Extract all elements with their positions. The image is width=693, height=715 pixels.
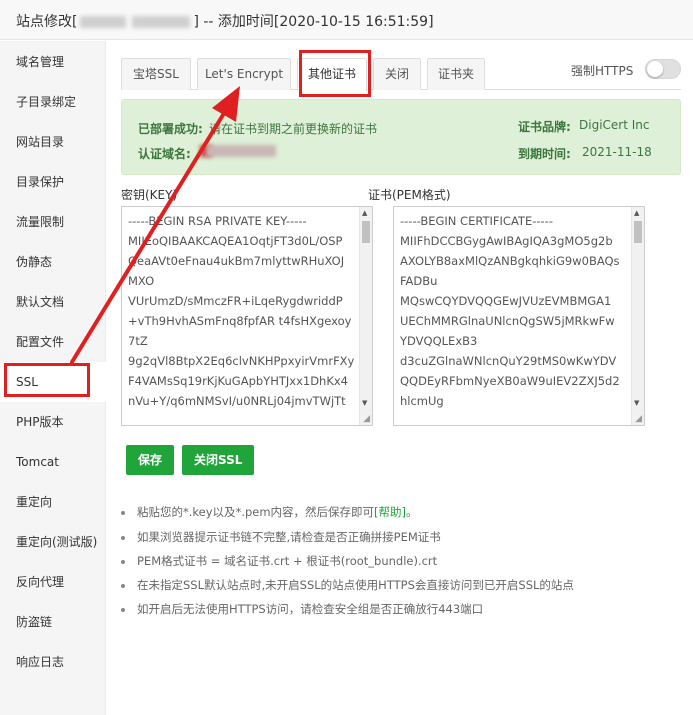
close-ssl-button[interactable]: 关闭SSL (182, 445, 255, 475)
sidebar-item-traffic[interactable]: 流量限制 (0, 202, 106, 242)
tip-item: 如果浏览器提示证书链不完整,请检查是否正确拼接PEM证书 (121, 529, 441, 545)
sidebar-item-proxy[interactable]: 反向代理 (0, 562, 106, 602)
cert-textarea[interactable]: -----BEGIN CERTIFICATE----- MIIFhDCCBGyg… (393, 206, 645, 426)
sidebar-item-php[interactable]: PHP版本 (0, 402, 106, 442)
bullet-icon (121, 510, 125, 515)
annotation-box-ssl (4, 363, 90, 397)
key-label: 密钥(KEY) (121, 188, 178, 202)
tip-tail: 。 (406, 505, 418, 519)
title-suffix: ] -- 添加时间[2020-10-15 16:51:59] (193, 14, 434, 30)
deployed-label: 已部署成功: (138, 122, 203, 136)
key-textarea[interactable]: -----BEGIN RSA PRIVATE KEY----- MIIEoQIB… (121, 206, 373, 426)
tab-bt-ssl[interactable]: 宝塔SSL (121, 58, 191, 90)
redacted-site-name (80, 16, 127, 28)
sidebar-item-subdir[interactable]: 子目录绑定 (0, 82, 106, 122)
bullet-icon (121, 559, 125, 564)
brand-label: 证书品牌: (518, 120, 571, 134)
resize-handle-icon[interactable]: ◢ (635, 414, 642, 424)
sidebar-item-redirect[interactable]: 重定向 (0, 482, 106, 522)
bullet-icon (121, 583, 125, 588)
scroll-thumb[interactable] (362, 221, 370, 243)
tip-text: 在未指定SSL默认站点时,未开启SSL的站点使用HTTPS会直接访问到已开启SS… (137, 578, 574, 592)
sidebar-item-hotlink[interactable]: 防盗链 (0, 602, 106, 642)
redacted-site-name-2 (132, 16, 191, 28)
sidebar-item-redirect-beta[interactable]: 重定向(测试版) (0, 522, 106, 562)
cert-info-box: 已部署成功: 请在证书到期之前更换新的证书 认证域名: 证书品牌: DigiCe… (121, 99, 681, 175)
bullet-icon (121, 607, 125, 612)
tip-item: 在未指定SSL默认站点时,未开启SSL的站点使用HTTPS会直接访问到已开启SS… (121, 577, 574, 593)
sidebar-item-default-doc[interactable]: 默认文档 (0, 282, 106, 322)
save-button[interactable]: 保存 (126, 445, 175, 475)
expire-label: 到期时间: (518, 147, 571, 161)
tip-item: PEM格式证书 = 域名证书.crt + 根证书(root_bundle).cr… (121, 553, 437, 569)
domain-label: 认证域名: (138, 147, 191, 161)
sidebar-item-tomcat[interactable]: Tomcat (0, 442, 106, 482)
scroll-thumb[interactable] (634, 221, 642, 243)
sidebar-item-dir-protect[interactable]: 目录保护 (0, 162, 106, 202)
tip-item: 粘贴您的*.key以及*.pem内容，然后保存即可[帮助]。 (121, 504, 418, 520)
key-scrollbar[interactable]: ▲ ▼ (359, 207, 372, 425)
tab-close[interactable]: 关闭 (373, 58, 421, 90)
bullet-icon (121, 535, 125, 540)
scroll-up-icon[interactable]: ▲ (362, 209, 367, 217)
scroll-down-icon[interactable]: ▼ (362, 399, 367, 407)
force-https-toggle[interactable] (645, 59, 681, 79)
deployed-text: 请在证书到期之前更换新的证书 (209, 122, 378, 136)
sidebar-item-rewrite[interactable]: 伪静态 (0, 242, 106, 282)
toggle-knob (647, 61, 663, 77)
sidebar-item-site-dir[interactable]: 网站目录 (0, 122, 106, 162)
help-link[interactable]: [帮助] (374, 505, 406, 519)
sidebar-item-domain[interactable]: 域名管理 (0, 42, 106, 82)
tab-letsencrypt[interactable]: Let's Encrypt (197, 58, 291, 90)
cert-scrollbar[interactable]: ▲ ▼ (631, 207, 644, 425)
annotation-box-tab (299, 50, 371, 97)
window-title: 站点修改[ ] -- 添加时间[2020-10-15 16:51:59] (16, 11, 434, 31)
tip-item: 如开启后无法使用HTTPS访问，请检查安全组是否正确放行443端口 (121, 601, 483, 617)
scroll-up-icon[interactable]: ▲ (634, 209, 639, 217)
cert-label: 证书(PEM格式) (368, 188, 451, 202)
tip-text: PEM格式证书 = 域名证书.crt + 根证书(root_bundle).cr… (137, 554, 438, 568)
brand-value: DigiCert Inc (579, 118, 650, 132)
sidebar-item-config[interactable]: 配置文件 (0, 322, 106, 362)
title-prefix: 站点修改[ (16, 14, 78, 30)
tab-cert-folder[interactable]: 证书夹 (427, 58, 485, 90)
cert-textarea-content: -----BEGIN CERTIFICATE----- MIIFhDCCBGyg… (400, 214, 620, 408)
key-textarea-content: -----BEGIN RSA PRIVATE KEY----- MIIEoQIB… (128, 214, 355, 408)
redacted-domain (206, 145, 276, 157)
window-titlebar: 站点修改[ ] -- 添加时间[2020-10-15 16:51:59] (0, 0, 693, 40)
tip-text: 粘贴您的*.key以及*.pem内容，然后保存即可 (137, 505, 375, 519)
tip-text: 如开启后无法使用HTTPS访问，请检查安全组是否正确放行443端口 (137, 602, 484, 616)
tip-text: 如果浏览器提示证书链不完整,请检查是否正确拼接PEM证书 (137, 530, 441, 544)
resize-handle-icon[interactable]: ◢ (363, 414, 370, 424)
scroll-down-icon[interactable]: ▼ (634, 399, 639, 407)
expire-value: 2021-11-18 (582, 145, 652, 159)
sidebar-item-logs[interactable]: 响应日志 (0, 642, 106, 682)
force-https-label: 强制HTTPS (571, 64, 634, 78)
